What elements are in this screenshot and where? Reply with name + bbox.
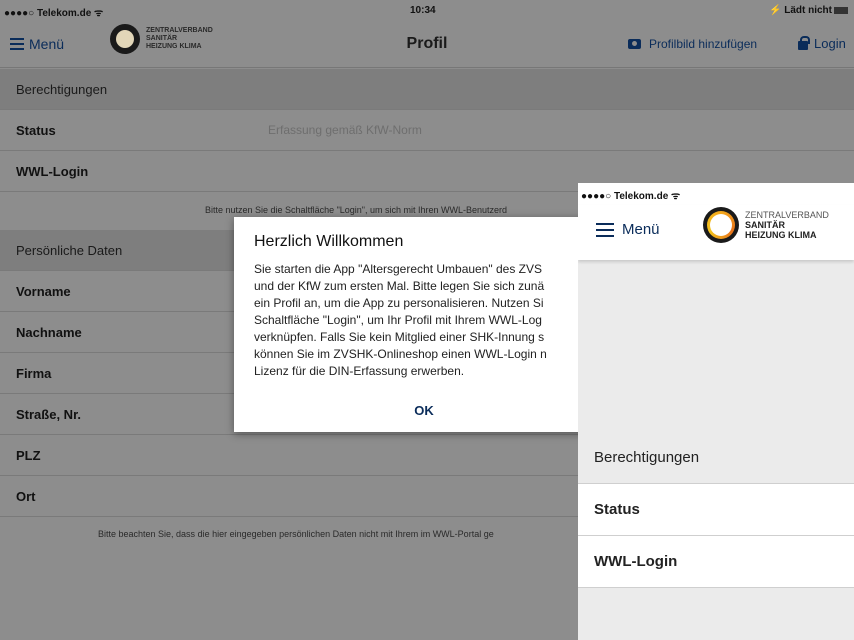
dialog-line: können Sie im ZVSHK-Onlineshop einen WWL…	[254, 347, 547, 361]
phone-profile-list: Berechtigungen Status WWL-Login	[578, 432, 854, 588]
dialog-line: verknüpfen. Falls Sie kein Mitglied eine…	[254, 330, 545, 344]
dialog-line: und der KfW zum ersten Mal. Bitte legen …	[254, 279, 545, 293]
status-label: Status	[16, 122, 56, 138]
dialog-line: Lizenz für die DIN-Erfassung erwerben.	[254, 364, 465, 378]
phone-status-bar: ●●●●○ Telekom.de ᯤ	[578, 183, 854, 205]
logo-ring-icon	[703, 207, 739, 243]
logo-line-3: HEIZUNG KLIMA	[146, 43, 202, 50]
carrier-label: ●●●●○ Telekom.de ᯤ	[4, 8, 104, 19]
logo-line-2: SANITÄR	[745, 220, 785, 230]
phone-carrier-label: ●●●●○ Telekom.de ᯤ	[581, 191, 681, 202]
dialog-line: Sie starten die App "Altersgerecht Umbau…	[254, 262, 543, 276]
phone-screen: ●●●●○ Telekom.de ᯤ Menü ZENTRALVERBAND S…	[578, 183, 854, 640]
camera-icon	[628, 39, 641, 49]
lock-icon	[798, 35, 810, 50]
dialog-title: Herzlich Willkommen	[254, 233, 404, 250]
phone-zvshk-logo: ZENTRALVERBAND SANITÄR HEIZUNG KLIMA	[703, 207, 829, 243]
battery-label: ⚡ Lädt nicht	[768, 5, 832, 16]
phone-row-status[interactable]: Status	[578, 484, 854, 536]
section-berechtigungen: Berechtigungen	[0, 69, 854, 110]
status-bar: ●●●●○ Telekom.de ᯤ 10:34 ⚡ Lädt nicht	[0, 0, 854, 22]
menu-button[interactable]: Menü	[10, 36, 64, 52]
ok-button[interactable]: OK	[234, 403, 614, 418]
clock-label: 10:34	[410, 5, 436, 16]
menu-label: Menü	[29, 36, 65, 52]
phone-row-wwl-login[interactable]: WWL-Login	[578, 536, 854, 588]
logo-line-3: HEIZUNG KLIMA	[745, 230, 817, 240]
welcome-dialog: Herzlich Willkommen Sie starten die App …	[234, 217, 614, 432]
battery-icon	[834, 6, 848, 14]
logo-line-2: SANITÄR	[146, 35, 178, 42]
nav-bar: Menü ZENTRALVERBAND SANITÄR HEIZUNG KLIM…	[0, 22, 854, 68]
phone-logo-text: ZENTRALVERBAND SANITÄR HEIZUNG KLIMA	[745, 210, 829, 240]
logo-line-1: ZENTRALVERBAND	[146, 27, 213, 34]
phone-menu-label: Menü	[622, 221, 660, 238]
logo-text: ZENTRALVERBAND SANITÄR HEIZUNG KLIMA	[146, 27, 213, 51]
login-button[interactable]: Login	[798, 35, 846, 51]
phone-section-berechtigungen: Berechtigungen	[578, 432, 854, 484]
zvshk-logo: ZENTRALVERBAND SANITÄR HEIZUNG KLIMA	[110, 24, 213, 54]
phone-menu-button[interactable]: Menü	[596, 221, 660, 238]
row-status[interactable]: Status Erfassung gemäß KfW-Norm	[0, 110, 854, 151]
add-profile-picture-label: Profilbild hinzufügen	[649, 37, 758, 51]
logo-ring-icon	[110, 24, 140, 54]
dialog-line: Schaltfläche "Login", um Ihr Profil mit …	[254, 313, 542, 327]
battery-status: ⚡ Lädt nicht	[769, 5, 848, 16]
add-profile-picture-button[interactable]: Profilbild hinzufügen	[628, 37, 757, 51]
page-title: Profil	[406, 35, 448, 52]
dialog-body: Sie starten die App "Altersgerecht Umbau…	[254, 261, 614, 380]
hamburger-icon	[10, 38, 24, 50]
hamburger-icon	[596, 222, 614, 237]
logo-line-1: ZENTRALVERBAND	[745, 210, 829, 220]
login-label: Login	[814, 36, 846, 51]
phone-nav-bar: Menü ZENTRALVERBAND SANITÄR HEIZUNG KLIM…	[578, 205, 854, 260]
status-value: Erfassung gemäß KfW-Norm	[268, 123, 422, 137]
dialog-line: ein Profil an, um die App zu personalisi…	[254, 296, 544, 310]
